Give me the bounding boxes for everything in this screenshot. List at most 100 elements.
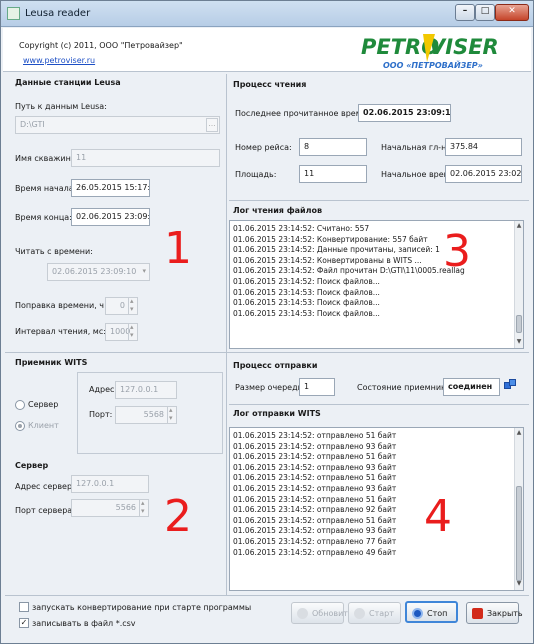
read-from-label: Читать с времени: bbox=[15, 247, 93, 256]
log-line: 01.06.2015 23:14:52: отправлено 93 байт bbox=[233, 462, 397, 472]
last-time-value: 02.06.2015 23:09:10 bbox=[358, 104, 451, 122]
server-port-spinner[interactable] bbox=[139, 500, 148, 516]
sending-divider bbox=[229, 404, 529, 405]
port-value: 5568 bbox=[143, 410, 164, 419]
read-from-value: 02.06.2015 23:09:10 bbox=[52, 267, 137, 276]
end-time-label: Время конца: bbox=[15, 213, 72, 222]
interval-input[interactable]: 1000 bbox=[105, 323, 138, 341]
server-title: Сервер bbox=[15, 461, 49, 470]
sending-title: Процесс отправки bbox=[233, 361, 318, 370]
log-line: 01.06.2015 23:14:52: отправлено 92 байт bbox=[233, 505, 397, 515]
reading-title: Процесс чтения bbox=[233, 80, 307, 89]
server-port-value: 5566 bbox=[115, 503, 136, 512]
station-title: Данные станции Leusa bbox=[15, 78, 121, 87]
app-icon bbox=[7, 7, 20, 20]
server-radio[interactable] bbox=[15, 400, 25, 410]
state-value: соединен bbox=[443, 378, 500, 396]
app-window: Leusa reader – □ ✕ Copyright (c) 2011, О… bbox=[0, 0, 534, 644]
client-radio[interactable] bbox=[15, 421, 25, 431]
read-log-title: Лог чтения файлов bbox=[233, 206, 323, 215]
logo-right-text: VISER bbox=[429, 35, 499, 59]
start-depth-input[interactable]: 375.84 bbox=[445, 138, 522, 156]
chevron-down-icon: ▾ bbox=[142, 267, 146, 275]
refresh-label: Обновит bbox=[312, 609, 348, 618]
run-input[interactable]: 8 bbox=[299, 138, 367, 156]
interval-label: Интервал чтения, мс: bbox=[15, 327, 106, 336]
server-address-input[interactable]: 127.0.0.1 bbox=[71, 475, 149, 493]
log-line: 01.06.2015 23:14:52: отправлено 93 байт bbox=[233, 483, 397, 493]
vertical-divider-top bbox=[226, 74, 227, 352]
port-spinner[interactable] bbox=[167, 407, 176, 423]
state-label: Состояние приемника: bbox=[357, 383, 454, 392]
address-input[interactable]: 127.0.0.1 bbox=[115, 381, 177, 399]
minimize-icon: – bbox=[462, 6, 468, 16]
port-input[interactable]: 5568 bbox=[115, 406, 177, 424]
queue-input: 1 bbox=[299, 378, 335, 396]
start-depth-label: Начальная гл-на: bbox=[381, 143, 454, 152]
maximize-button[interactable]: □ bbox=[475, 4, 495, 21]
close-label: Закрыть bbox=[487, 609, 523, 618]
stop-button[interactable]: Стоп bbox=[405, 601, 458, 623]
log-line: 01.06.2015 23:14:52: Конвертирование: 55… bbox=[233, 234, 428, 244]
scroll-down-icon[interactable]: ▼ bbox=[515, 579, 523, 590]
log-line: 01.06.2015 23:14:52: отправлено 93 байт bbox=[233, 441, 397, 451]
scroll-thumb[interactable] bbox=[516, 486, 522, 581]
send-log-scrollbar[interactable]: ▲ ▼ bbox=[514, 428, 523, 590]
log-line: 01.06.2015 23:14:52: отправлено 93 байт bbox=[233, 526, 397, 536]
scroll-up-icon[interactable]: ▲ bbox=[515, 221, 523, 232]
start-time-label: Время начала: bbox=[15, 184, 77, 193]
read-log-lines: 01.06.2015 23:14:52: Считано: 557 01.06.2… bbox=[233, 224, 523, 319]
server-port-input[interactable]: 5566 bbox=[71, 499, 149, 517]
close-app-icon bbox=[472, 608, 483, 619]
scroll-thumb[interactable] bbox=[516, 315, 522, 333]
log-line: 01.06.2015 23:14:52: отправлено 51 байт bbox=[233, 515, 397, 525]
start-time-input[interactable]: 26.05.2015 15:17:40 bbox=[71, 179, 150, 197]
end-time-input[interactable]: 02.06.2015 23:09:10 bbox=[71, 208, 150, 226]
vertical-divider-bottom bbox=[226, 353, 227, 595]
site-link[interactable]: www.petroviser.ru bbox=[23, 56, 95, 65]
minimize-button[interactable]: – bbox=[455, 4, 475, 21]
logo-subtitle: ООО «ПЕТРОВАЙЗЕР» bbox=[383, 59, 483, 70]
log-line: 01.06.2015 23:14:52: отправлено 49 байт bbox=[233, 547, 397, 557]
log-line: 01.06.2015 23:14:52: Файл прочитан D:\GT… bbox=[233, 266, 465, 276]
read-from-select[interactable]: 02.06.2015 23:09:10 ▾ bbox=[47, 263, 150, 281]
area-label: Площадь: bbox=[235, 170, 277, 179]
scroll-up-icon[interactable]: ▲ bbox=[515, 428, 523, 439]
autostart-checkbox[interactable] bbox=[19, 602, 29, 612]
log-line: 01.06.2015 23:14:52: отправлено 51 байт bbox=[233, 494, 397, 504]
csv-checkbox[interactable]: ✓ bbox=[19, 618, 29, 628]
read-log-scrollbar[interactable]: ▲ ▼ bbox=[514, 221, 523, 348]
overlay-number-1: 1 bbox=[164, 223, 192, 274]
browse-button[interactable]: … bbox=[206, 118, 218, 132]
overlay-number-3: 3 bbox=[443, 226, 471, 277]
maximize-icon: □ bbox=[480, 6, 490, 16]
send-log[interactable]: 01.06.2015 23:14:52: отправлено 51 байт 0… bbox=[229, 427, 524, 591]
address-label: Адрес: bbox=[89, 385, 118, 394]
log-line: 01.06.2015 23:14:52: отправлено 51 байт bbox=[233, 431, 397, 440]
server-address-label: Адрес сервера: bbox=[15, 482, 80, 491]
log-line: 01.06.2015 23:14:52: отправлено 77 байт bbox=[233, 536, 397, 546]
refresh-button[interactable]: Обновит bbox=[291, 602, 348, 624]
interval-spinner[interactable] bbox=[128, 324, 137, 340]
horizontal-divider bbox=[5, 352, 529, 353]
log-line: 01.06.2015 23:14:52: отправлено 51 байт bbox=[233, 452, 397, 462]
path-input[interactable]: D:\GTI … bbox=[15, 116, 220, 134]
scroll-down-icon[interactable]: ▼ bbox=[515, 337, 523, 348]
time-fix-spinner[interactable] bbox=[128, 298, 137, 314]
start-time2-input[interactable]: 02.06.2015 23:02:54 bbox=[445, 165, 522, 183]
area-input[interactable]: 11 bbox=[299, 165, 367, 183]
close-button[interactable]: Закрыть bbox=[466, 602, 523, 624]
server-port-label: Порт сервера: bbox=[15, 506, 75, 515]
time-fix-value: 0 bbox=[119, 301, 125, 310]
send-log-title: Лог отправки WITS bbox=[233, 409, 321, 418]
start-button[interactable]: Старт bbox=[348, 602, 401, 624]
well-input[interactable]: 11 bbox=[71, 149, 220, 167]
refresh-icon bbox=[297, 608, 308, 619]
server-radio-label: Сервер bbox=[28, 400, 59, 409]
read-log[interactable]: 01.06.2015 23:14:52: Считано: 557 01.06.2… bbox=[229, 220, 524, 349]
title-bar: Leusa reader – □ ✕ bbox=[1, 1, 533, 27]
log-line: 01.06.2015 23:14:52: Данные прочитаны, з… bbox=[233, 245, 440, 255]
close-window-button[interactable]: ✕ bbox=[495, 4, 529, 21]
last-time-label: Последнее прочитанное время: bbox=[235, 109, 370, 118]
time-fix-input[interactable]: 0 bbox=[105, 297, 138, 315]
